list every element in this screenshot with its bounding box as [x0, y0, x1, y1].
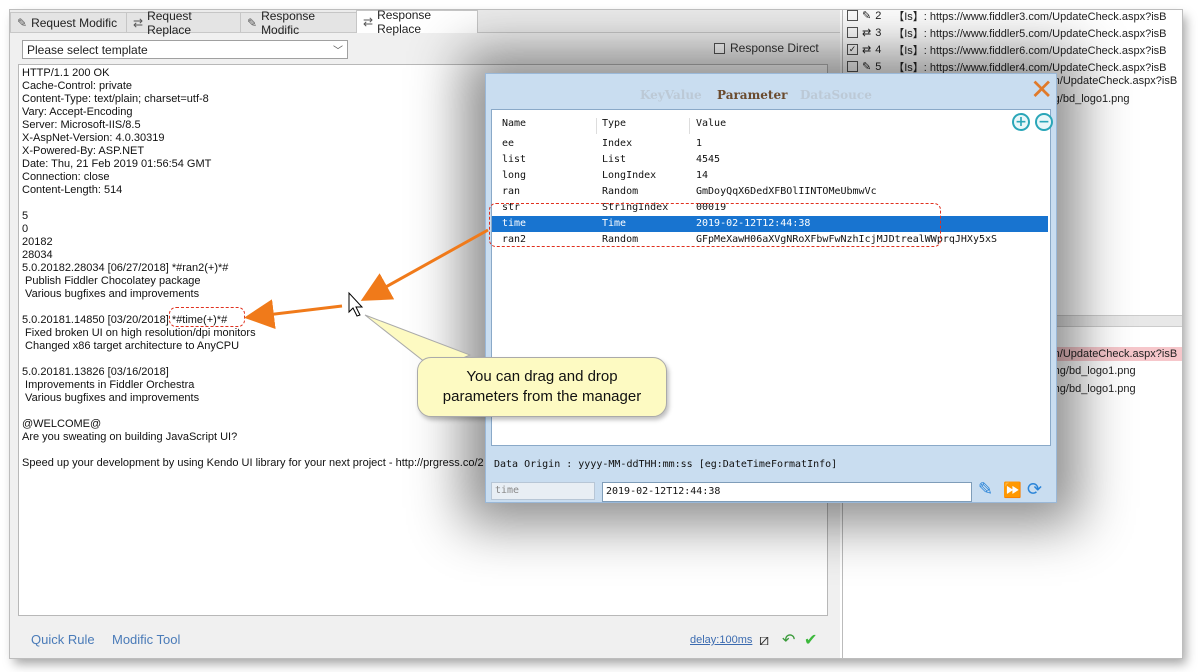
arrow-to-text — [244, 299, 343, 330]
callout-line-1: You can drag and drop — [466, 368, 618, 385]
callout-line-2: parameters from the manager — [442, 388, 642, 405]
mouse-cursor-icon — [348, 291, 364, 317]
tooltip-callout: You can drag and drop parameters from th… — [417, 357, 667, 417]
screenshot-frame: ✎ Request Modific ⇄ Request Replace ✎ Re… — [10, 10, 1182, 658]
arrow-to-cursor — [360, 228, 489, 301]
drag-arrows — [244, 228, 489, 371]
